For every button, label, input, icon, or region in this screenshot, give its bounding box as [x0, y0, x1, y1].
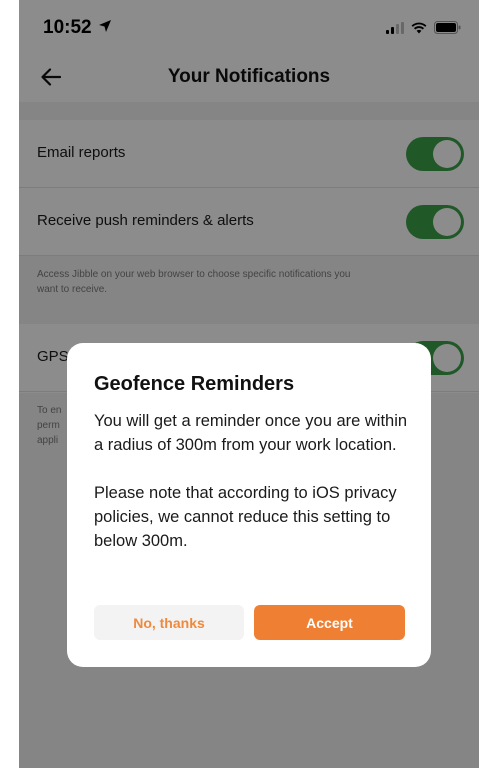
app-screen: 10:52 Your Notifications Email reports R… — [19, 0, 479, 768]
modal-body-text-1: You will get a reminder once you are wit… — [94, 412, 408, 454]
no-thanks-button[interactable]: No, thanks — [94, 605, 244, 640]
accept-button[interactable]: Accept — [254, 605, 405, 640]
modal-title: Geofence Reminders — [94, 373, 295, 395]
modal-body: You will get a reminder once you are wit… — [94, 409, 409, 553]
geofence-modal: Geofence Reminders You will get a remind… — [67, 343, 431, 667]
modal-body-text-2: Please note that according to iOS privac… — [94, 484, 397, 550]
